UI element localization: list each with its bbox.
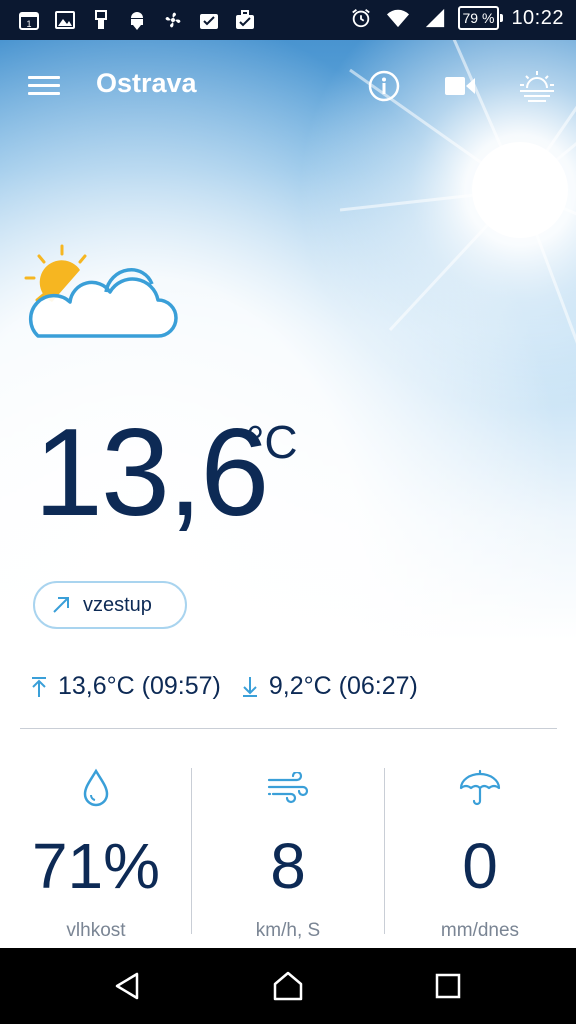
umbrella-icon-wrap [458, 766, 502, 810]
arrow-up-icon [32, 676, 46, 697]
signal-icon [425, 8, 444, 28]
wind-icon [267, 772, 309, 804]
metric-label: km/h, S [255, 920, 321, 941]
max-temperature: 13,6°C (09:57) [30, 672, 221, 701]
metric-label: vlhkost [66, 920, 126, 941]
battery-percent: 79 % [462, 10, 495, 26]
status-clock: 10:22 [511, 6, 564, 29]
navigation-bar [0, 948, 576, 1024]
status-bar: 1 79 % 10:22 [0, 0, 576, 40]
trend-badge[interactable]: vzestup [33, 581, 187, 629]
usb-icon [95, 10, 107, 29]
min-temperature-value: 9,2°C (06:27) [268, 672, 418, 700]
metric-value: 8 [270, 830, 306, 902]
umbrella-icon [459, 769, 501, 806]
humidity-drop-icon [83, 768, 109, 807]
app-bar: Ostrava [0, 40, 576, 132]
status-notifications: 1 [18, 9, 256, 31]
metric-humidity[interactable]: 71% vlhkost [0, 740, 192, 948]
wind-icon-wrap [266, 766, 310, 810]
android-debug-icon [131, 12, 143, 30]
metric-value: 0 [462, 830, 498, 902]
alarm-icon [351, 9, 370, 28]
metrics-row: 71% vlhkost 8 km/h, S 0 mm/dnes [0, 740, 576, 948]
arrow-down-icon [242, 676, 257, 697]
page-title: Ostrava [96, 68, 197, 98]
metric-wind[interactable]: 8 km/h, S [192, 740, 384, 948]
task-check-icon [200, 14, 218, 29]
recents-button[interactable] [423, 962, 473, 1010]
humidity-icon-wrap [74, 766, 118, 810]
partly-cloudy-icon [24, 244, 178, 338]
recents-square-icon [435, 973, 461, 999]
home-icon [273, 971, 303, 1001]
sunrise-icon [520, 71, 554, 102]
menu-line [28, 92, 60, 95]
status-system: 79 % 10:22 [350, 6, 564, 30]
trend-label: vzestup [83, 593, 152, 616]
battery-icon: 79 % [457, 6, 504, 30]
min-temperature: 9,2°C (06:27) [241, 672, 418, 701]
camera-button[interactable] [440, 66, 480, 106]
back-button[interactable] [103, 962, 153, 1010]
fan-icon [165, 12, 181, 28]
wifi-icon [386, 9, 409, 28]
current-temperature: 13,6 [34, 404, 269, 542]
menu-line [28, 84, 60, 87]
metric-precipitation[interactable]: 0 mm/dnes [384, 740, 576, 948]
arrow-up-right-icon [53, 597, 69, 613]
metric-label: mm/dnes [440, 920, 520, 941]
calendar-icon: 1 [19, 12, 39, 30]
home-button[interactable] [263, 962, 313, 1010]
briefcase-check-icon [236, 10, 254, 29]
weather-screen: 1 79 % 10:22 Ostrava 13,6 °C vzestup 13,… [0, 0, 576, 1024]
camera-icon [445, 77, 475, 95]
menu-line [28, 76, 60, 79]
temperature-unit: °C [246, 416, 298, 468]
info-icon [368, 70, 400, 102]
metric-value: 71% [31, 830, 161, 902]
daily-extremes: 13,6°C (09:57) 9,2°C (06:27) [30, 672, 418, 701]
menu-button[interactable] [26, 70, 62, 102]
max-temperature-value: 13,6°C (09:57) [58, 672, 221, 700]
back-triangle-icon [115, 972, 139, 1000]
divider [20, 728, 557, 729]
sunrise-button[interactable] [517, 66, 557, 106]
info-button[interactable] [364, 66, 404, 106]
gallery-icon [55, 11, 75, 29]
svg-text:1: 1 [26, 19, 31, 29]
